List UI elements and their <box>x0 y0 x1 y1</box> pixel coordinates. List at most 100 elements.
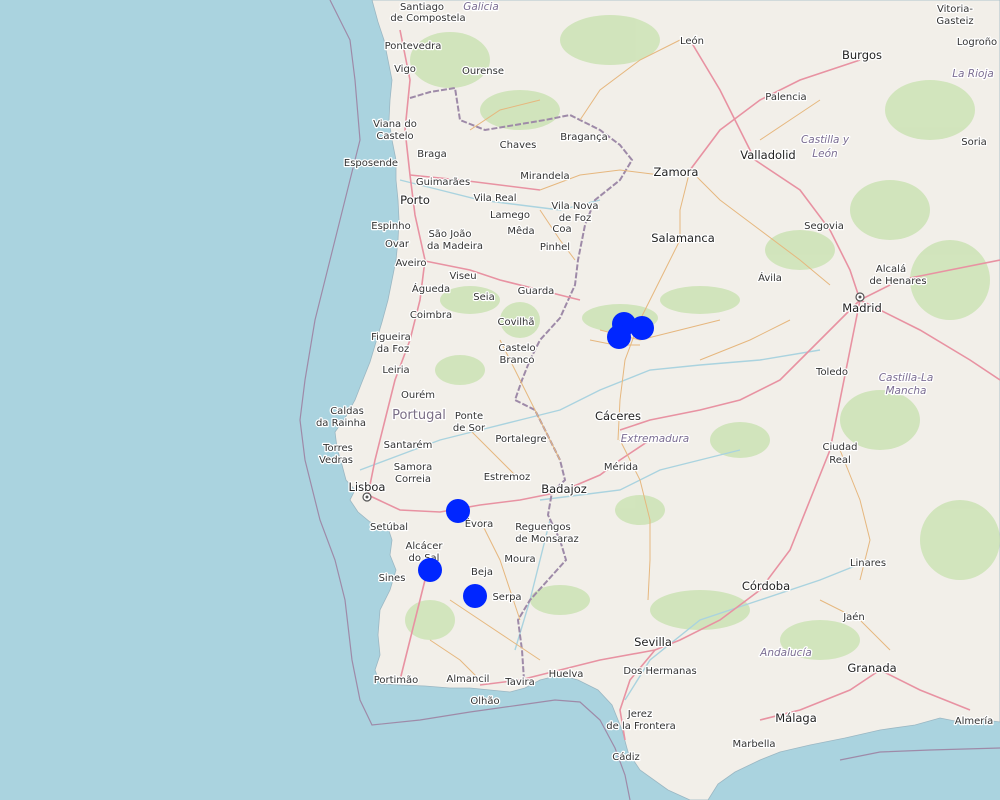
place-label-lisboa: Lisboa <box>349 480 386 494</box>
place-label-almancil: Almancil <box>447 674 490 685</box>
place-label-vitoria: Vitoria- <box>937 4 973 15</box>
place-label-leiria: Leiria <box>382 365 409 376</box>
marker-5[interactable] <box>418 558 442 582</box>
place-label-coa: Coa <box>552 224 571 235</box>
place-label-bragan-a: Bragança <box>560 132 608 143</box>
place-label-reguengos: Reguengos <box>515 522 571 533</box>
place-label-lamego: Lamego <box>490 210 530 221</box>
region-label-castilla-la-mancha-1: Castilla-La <box>879 372 934 384</box>
place-label-badajoz: Badajoz <box>541 482 587 496</box>
place-label-burgos: Burgos <box>842 48 882 62</box>
place-label-viana-do: Viana do <box>373 119 417 130</box>
place-label-sines: Sines <box>379 573 406 584</box>
place-label-vila: Ávila <box>758 271 782 284</box>
place-label-castelo: Castelo <box>498 343 535 354</box>
place-label-linares: Linares <box>850 558 886 569</box>
place-label-toledo: Toledo <box>815 367 848 378</box>
place-label-dos-hermanas: Dos Hermanas <box>623 666 696 677</box>
place-label-guarda: Guarda <box>518 286 555 297</box>
place-label-mirandela: Mirandela <box>520 171 569 182</box>
place-label-jerez: Jerez <box>627 709 652 720</box>
place-label-logro-o: Logroño <box>957 37 997 48</box>
place-label-de-foz: de Foz <box>559 213 591 224</box>
place-label-granada: Granada <box>847 661 896 675</box>
place-label-salamanca: Salamanca <box>651 231 715 245</box>
place-label-pontevedra: Pontevedra <box>385 41 442 52</box>
place-label-alcal: Alcalá <box>876 263 906 275</box>
region-label-castilla-leon-1: Castilla y <box>801 134 850 146</box>
place-label-da-madeira: da Madeira <box>427 241 483 252</box>
place-label-ciudad: Ciudad <box>823 442 858 453</box>
marker-6[interactable] <box>463 584 487 608</box>
place-label-chaves: Chaves <box>500 140 537 151</box>
place-label-madrid: Madrid <box>842 301 882 315</box>
capital-marker-lisboa <box>362 492 372 502</box>
place-label-de-la-frontera: de la Frontera <box>606 721 675 732</box>
place-label-porto: Porto <box>400 193 430 207</box>
place-label-ja-n: Jaén <box>842 611 865 623</box>
place-label-c-diz: Cádiz <box>612 751 640 763</box>
marker-4[interactable] <box>446 499 470 523</box>
place-label-branco: Branco <box>499 355 534 366</box>
place-label-de-monsaraz: de Monsaraz <box>515 534 579 545</box>
place-label-santiago: Santiago <box>400 2 444 13</box>
place-label-sevilla: Sevilla <box>634 635 672 649</box>
place-label-m-rida: Mérida <box>604 461 638 473</box>
place-label-olh-o: Olhão <box>470 696 499 707</box>
place-label-huelva: Huelva <box>549 669 584 680</box>
place-label-gueda: Águeda <box>412 282 450 295</box>
region-label-la-rioja: La Rioja <box>952 68 994 80</box>
place-label-ovar: Ovar <box>385 239 410 250</box>
place-label-ourense: Ourense <box>462 66 504 77</box>
place-label-almer-a: Almería <box>955 715 994 727</box>
place-label-beja: Beja <box>471 567 493 578</box>
place-label-m-laga: Málaga <box>775 711 817 725</box>
place-label-coimbra: Coimbra <box>410 310 452 321</box>
place-label-soria: Soria <box>961 137 986 148</box>
place-label-marbella: Marbella <box>732 739 775 750</box>
place-label-de-henares: de Henares <box>869 276 926 287</box>
place-label-vila-real: Vila Real <box>473 193 516 204</box>
region-label-extremadura: Extremadura <box>621 433 689 445</box>
place-label-vora: Évora <box>465 517 494 530</box>
place-label-ponte: Ponte <box>455 411 483 422</box>
country-label-portugal: Portugal <box>392 408 446 423</box>
place-label-da-foz: da Foz <box>377 344 409 355</box>
place-label-real: Real <box>829 455 851 466</box>
region-label-castilla-leon-2: León <box>812 148 837 160</box>
place-label-figueira: Figueira <box>371 332 411 343</box>
place-label-serpa: Serpa <box>492 592 521 603</box>
marker-2[interactable] <box>630 316 654 340</box>
place-label-m-da: Mêda <box>507 225 534 237</box>
place-label-c-rdoba: Córdoba <box>742 579 790 593</box>
map-canvas[interactable]: Portugal Galicia Castilla y León La Rioj… <box>0 0 1000 800</box>
region-label-galicia: Galicia <box>463 1 499 13</box>
place-label-caldas: Caldas <box>330 406 364 417</box>
place-label-espinho: Espinho <box>371 221 410 232</box>
place-label-seia: Seia <box>473 292 494 303</box>
place-label-de-sor: de Sor <box>453 423 486 434</box>
place-label-aveiro: Aveiro <box>395 258 426 269</box>
place-label-da-rainha: da Rainha <box>316 418 366 429</box>
place-label-vigo: Vigo <box>394 64 416 75</box>
region-label-castilla-la-mancha-2: Mancha <box>885 385 926 397</box>
marker-3[interactable] <box>607 325 631 349</box>
place-label-guimar-es: Guimarães <box>416 177 470 188</box>
capital-marker-madrid <box>855 292 865 302</box>
place-label-s-o-jo-o: São João <box>428 229 471 240</box>
place-label-de-compostela: de Compostela <box>390 13 465 24</box>
place-label-santar-m: Santarém <box>384 439 433 451</box>
place-label-moura: Moura <box>504 554 535 565</box>
place-label-portim-o: Portimão <box>374 675 419 686</box>
place-label-gasteiz: Gasteiz <box>936 16 973 27</box>
place-label-c-ceres: Cáceres <box>595 409 641 423</box>
place-label-esposende: Esposende <box>344 158 398 169</box>
place-label-our-m: Ourém <box>401 389 435 401</box>
place-label-samora: Samora <box>394 462 433 473</box>
place-label-palencia: Palencia <box>765 92 806 103</box>
place-label-segovia: Segovia <box>804 221 844 232</box>
place-label-covilh: Covilhã <box>497 317 534 328</box>
map-view[interactable]: Portugal Galicia Castilla y León La Rioj… <box>0 0 1000 800</box>
place-label-set-bal: Setúbal <box>370 521 408 533</box>
place-label-viseu: Viseu <box>449 271 476 282</box>
